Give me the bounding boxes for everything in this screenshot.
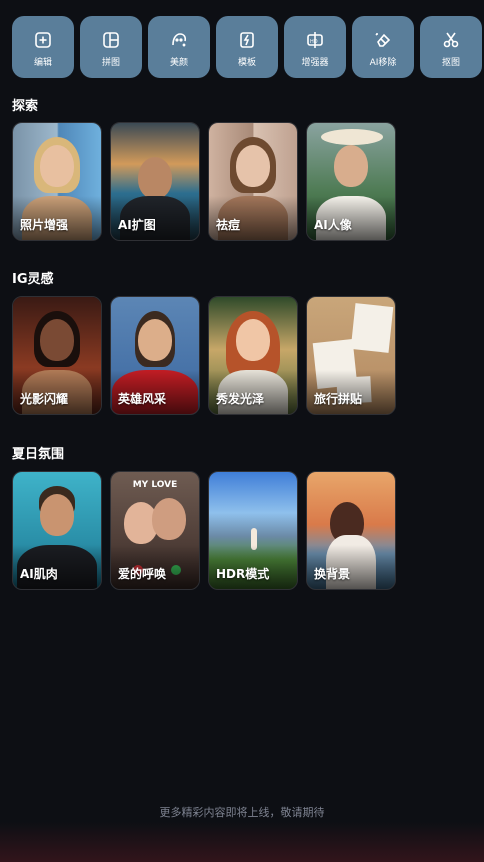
section-title-explore: 探索 [12,99,39,114]
my-love-overlay-text: MY LOVE [132,480,178,490]
tool-button-edit[interactable]: 编辑 [12,16,74,78]
tool-label: AI移除 [369,57,397,68]
card-label: AI扩图 [118,218,156,232]
tool-button-template[interactable]: 模板 [216,16,278,78]
tool-label: 编辑 [33,57,52,68]
card-label: 祛痘 [216,218,241,232]
card-label: 照片增强 [20,218,69,232]
hd-enhance-icon: HD [307,31,323,48]
tool-label: 拼图 [101,57,120,68]
template-icon [240,31,254,48]
tool-button-retouch[interactable]: 美颜 [148,16,210,78]
coming-soon-note: 更多精彩内容即将上线，敬请期待 [159,806,325,819]
bottom-glow [0,822,484,862]
card-label: HDR模式 [216,567,270,581]
tool-label: 抠图 [441,57,460,68]
eraser-icon [375,32,391,47]
card-hero-style[interactable]: 英雄风采 [110,296,200,415]
card-label: 英雄风采 [118,392,167,406]
card-photo-enhance[interactable]: 照片增强 [12,122,102,241]
face-retouch-icon [172,32,187,47]
card-ai-expand[interactable]: AI扩图 [110,122,200,241]
card-light-shine[interactable]: 光影闪耀 [12,296,102,415]
section-title-summer-vibes: 夏日氛围 [12,447,65,462]
section-title-ig-inspiration: IG灵感 [12,272,54,287]
tool-button-cutout[interactable]: 抠图 [420,16,482,78]
summer-card-row: AI肌肉 MY LOVE 爱的呼唤 HDR模式 换背景 [12,471,396,590]
tool-bar: 编辑 拼图 美颜 模板 HD 增强器 AI移除 抠图 [12,16,484,78]
card-label: AI肌肉 [20,567,58,581]
tool-button-ai-remove[interactable]: AI移除 [352,16,414,78]
card-travel-collage[interactable]: 旅行拼贴 [306,296,396,415]
svg-text:HD: HD [310,39,318,45]
card-label: 旅行拼贴 [314,392,363,406]
tool-label: 美颜 [169,57,188,68]
tool-label: 增强器 [301,57,329,68]
tool-label: 模板 [237,57,256,68]
card-label: 爱的呼唤 [118,567,167,581]
card-label: 换背景 [314,567,351,581]
card-ai-portrait[interactable]: AI人像 [306,122,396,241]
card-label: AI人像 [314,218,352,232]
card-acne-removal[interactable]: 祛痘 [208,122,298,241]
card-hdr-mode[interactable]: HDR模式 [208,471,298,590]
collage-icon [103,31,119,48]
card-label: 秀发光泽 [216,392,265,406]
ig-card-row: 光影闪耀 英雄风采 秀发光泽 旅行拼贴 [12,296,396,415]
tool-button-enhancer[interactable]: HD 增强器 [284,16,346,78]
card-change-background[interactable]: 换背景 [306,471,396,590]
card-label: 光影闪耀 [20,392,69,406]
scissors-icon [443,32,459,47]
card-love-call[interactable]: MY LOVE 爱的呼唤 [110,471,200,590]
tool-button-collage[interactable]: 拼图 [80,16,142,78]
card-ai-muscle[interactable]: AI肌肉 [12,471,102,590]
plus-square-icon [35,31,51,48]
card-hair-gloss[interactable]: 秀发光泽 [208,296,298,415]
explore-card-row: 照片增强 AI扩图 祛痘 AI人像 [12,122,396,241]
